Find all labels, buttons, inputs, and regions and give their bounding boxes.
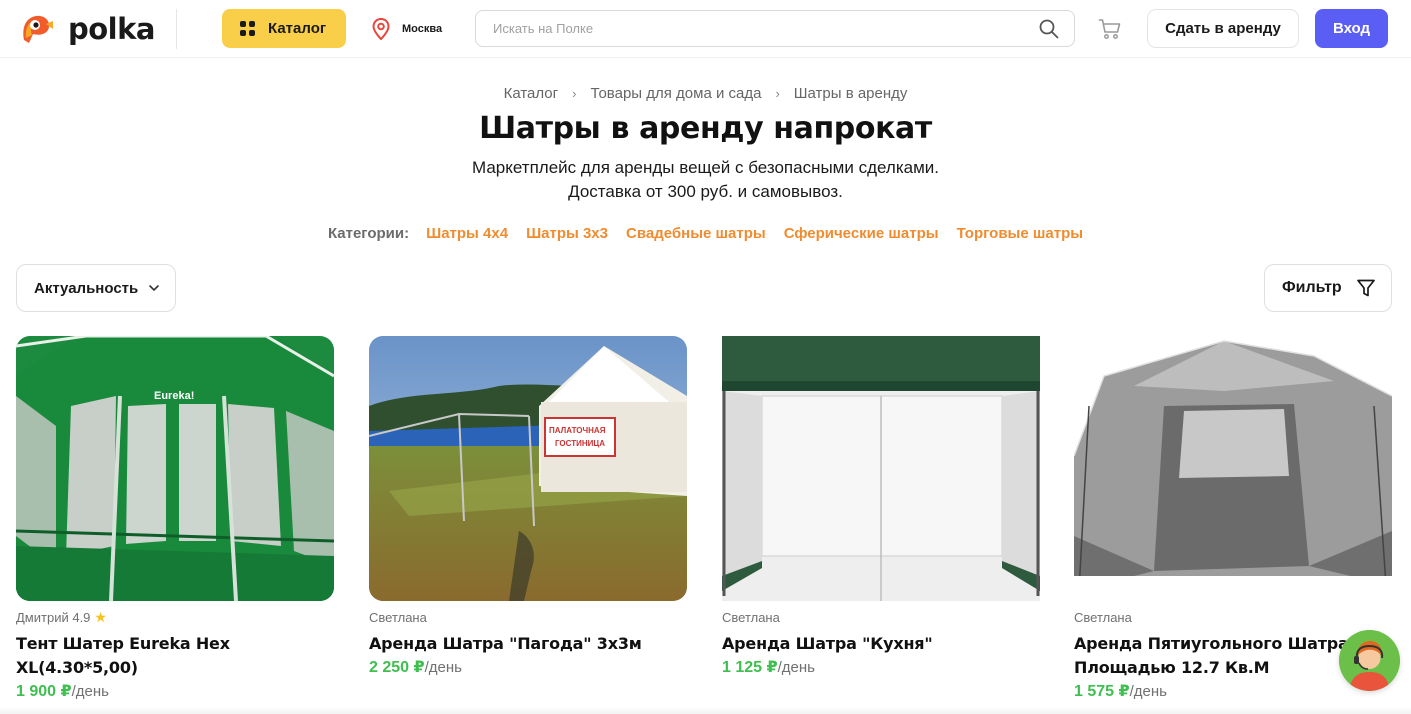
product-price: 2 250 ₽/день [369,657,687,677]
product-card[interactable]: Светлана Аренда Шатра "Кухня" 1 125 ₽/де… [722,336,1040,677]
product-image[interactable]: ПАЛАТОЧНАЯ ГОСТИНИЦА [369,336,687,601]
filter-label: Фильтр [1282,279,1342,296]
price-unit: /день [424,659,462,676]
breadcrumb-item-catalog[interactable]: Каталог [504,85,559,102]
product-title[interactable]: Аренда Шатра "Кухня" [722,632,1040,656]
site-header: polka Каталог Москва Сдать в аренду Вход [0,0,1411,58]
category-link-3x3[interactable]: Шатры 3х3 [526,225,608,242]
product-title[interactable]: Аренда Шатра "Пагода" 3х3м [369,632,687,656]
seller-name: Светлана [369,609,427,625]
price-unit: /день [71,683,109,700]
product-price: 1 125 ₽/день [722,657,1040,677]
product-price: 1 900 ₽/день [16,681,334,701]
price-amount: 2 250 ₽ [369,659,425,676]
price-unit: /день [1129,683,1167,700]
logo-text: polka [68,12,155,46]
logo-mascot-icon [23,15,53,43]
city-label: Москва [402,22,443,35]
logo[interactable]: polka [20,11,155,47]
product-image[interactable]: Eureka! [16,336,334,601]
seller-name: Светлана [722,609,780,625]
filter-button[interactable]: Фильтр [1264,264,1392,312]
city-selector[interactable]: Москва [362,13,458,44]
category-link-wedding[interactable]: Свадебные шатры [626,225,766,242]
search-icon[interactable] [1038,18,1060,40]
search-input[interactable] [476,11,1038,46]
support-chat-button[interactable] [1339,630,1400,691]
seller-info: Светлана [369,609,687,625]
category-links: Категории: Шатры 4х4 Шатры 3х3 Свадебные… [0,225,1411,242]
category-link-4x4[interactable]: Шатры 4х4 [426,225,508,242]
chevron-down-icon [149,285,160,292]
chevron-right-icon: › [775,86,780,101]
product-title[interactable]: Тент Шатер Eureka Hex XL(4.30*5,00) [16,632,334,680]
price-amount: 1 125 ₽ [722,659,778,676]
grid-icon [240,21,255,36]
tent-sign-text-1: ПАЛАТОЧНАЯ [549,426,606,435]
catalog-button-label: Каталог [268,20,327,37]
categories-label: Категории: [327,225,410,242]
catalog-button[interactable]: Каталог [222,9,346,48]
seller-info: Светлана [1074,609,1392,625]
product-image[interactable] [722,336,1040,601]
header-divider [176,9,177,49]
page-title: Шатры в аренду напрокат [479,111,932,146]
seller-name: Дмитрий [16,609,69,625]
tent-sign-text-2: ГОСТИНИЦА [555,439,605,448]
breadcrumb: Каталог › Товары для дома и сада › Шатры… [0,85,1411,102]
search-bar[interactable] [475,10,1075,47]
product-image[interactable] [1074,336,1392,601]
subtitle-line-2: Доставка от 300 руб. и самовывоз. [568,182,843,201]
cart-icon[interactable] [1098,17,1122,41]
price-amount: 1 575 ₽ [1074,683,1130,700]
breadcrumb-item-tents[interactable]: Шатры в аренду [794,85,908,102]
price-unit: /день [777,659,815,676]
funnel-icon [1356,279,1375,297]
seller-name: Светлана [1074,609,1132,625]
login-button[interactable]: Вход [1315,9,1388,48]
subtitle-line-1: Маркетплейс для аренды вещей с безопасны… [472,158,939,177]
bottom-fade [0,706,1411,714]
star-icon: ★ [94,608,107,625]
sort-dropdown[interactable]: Актуальность [16,264,176,312]
breadcrumb-item-home-garden[interactable]: Товары для дома и сада [590,85,761,102]
chevron-right-icon: › [572,86,577,101]
product-price: 1 575 ₽/день [1074,681,1392,701]
eureka-logo-text: Eureka! [154,390,194,402]
price-amount: 1 900 ₽ [16,683,72,700]
category-link-spherical[interactable]: Сферические шатры [784,225,939,242]
page-subtitle: Маркетплейс для аренды вещей с безопасны… [0,156,1411,204]
rent-out-button[interactable]: Сдать в аренду [1147,9,1299,48]
location-pin-icon [372,17,390,40]
support-agent-icon [1339,630,1400,691]
product-card[interactable]: Eureka! Дмитрий 4.9 ★ Тент Шатер Eureka H… [16,336,334,701]
sort-label: Актуальность [34,279,139,297]
seller-info: Дмитрий 4.9 ★ [16,609,334,625]
seller-info: Светлана [722,609,1040,625]
product-card[interactable]: ПАЛАТОЧНАЯ ГОСТИНИЦА Светлана Аренда Шат… [369,336,687,677]
seller-rating: 4.9 [72,609,91,625]
category-link-trade[interactable]: Торговые шатры [957,225,1083,242]
